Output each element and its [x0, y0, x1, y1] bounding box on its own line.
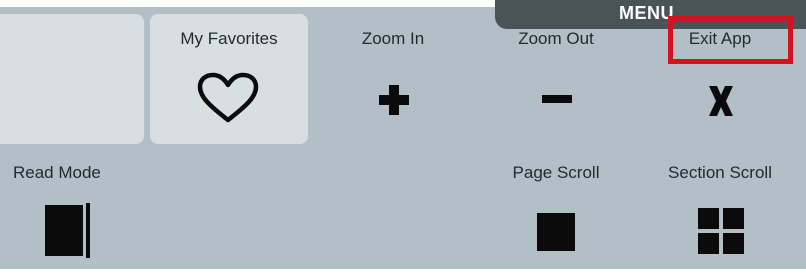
section-scroll-button[interactable]: Section Scroll	[645, 155, 795, 267]
zoom-out-label: Zoom Out	[518, 29, 594, 48]
page-scroll-button[interactable]: Page Scroll	[481, 155, 631, 267]
exit-app-highlight-box	[668, 16, 793, 64]
favorites-label: My Favorites	[180, 29, 278, 48]
minus-icon	[542, 95, 572, 103]
blank-tile[interactable]	[0, 14, 144, 144]
bottom-edge	[0, 269, 806, 274]
grid-icon	[698, 208, 744, 254]
read-mode-label: Read Mode	[13, 163, 101, 182]
zoom-in-label: Zoom In	[361, 29, 425, 48]
zoom-out-button[interactable]: Zoom Out	[481, 14, 631, 144]
heart-icon	[197, 72, 259, 123]
x-icon	[709, 86, 733, 116]
read-mode-button[interactable]: Read Mode	[0, 155, 145, 267]
square-icon	[537, 213, 575, 251]
zoom-in-button[interactable]: Zoom In	[318, 14, 468, 144]
favorites-button[interactable]: My Favorites	[150, 14, 308, 144]
book-icon	[45, 203, 90, 258]
page-scroll-label: Page Scroll	[512, 163, 600, 182]
plus-icon	[379, 85, 409, 115]
section-scroll-label: Section Scroll	[668, 163, 772, 182]
